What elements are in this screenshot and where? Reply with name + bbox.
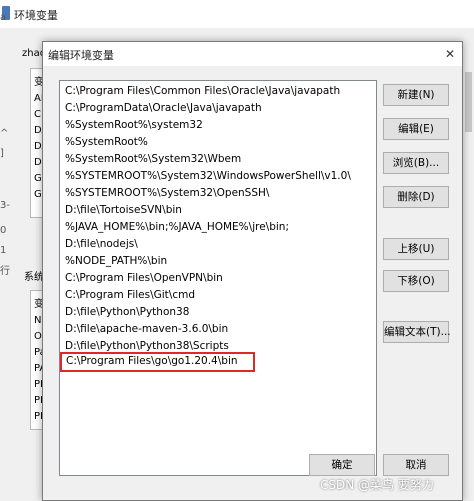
list-item[interactable]: D:\file\apache-maven-3.6.0\bin xyxy=(63,321,373,338)
dialog-title: 编辑环境变量 xyxy=(48,49,114,62)
move-up-button[interactable]: 上移(U) xyxy=(383,238,449,260)
edge-fragment-text: 0 xyxy=(0,225,7,236)
edit-environment-variable-dialog: 编辑环境变量 ✕ C:\Program Files\Common Files\O… xyxy=(42,41,463,501)
browse-button[interactable]: 浏览(B)... xyxy=(383,152,449,174)
delete-button[interactable]: 删除(D) xyxy=(383,186,449,208)
path-entries-list[interactable]: C:\Program Files\Common Files\Oracle\Jav… xyxy=(59,80,377,476)
list-item[interactable]: D:\file\Python\Python38 xyxy=(63,304,373,321)
list-item[interactable]: %SystemRoot% xyxy=(63,134,373,151)
list-item[interactable]: %JAVA_HOME%\bin;%JAVA_HOME%\jre\bin; xyxy=(63,219,373,236)
list-item[interactable]: %SystemRoot%\System32\Wbem xyxy=(63,151,373,168)
list-item[interactable]: %SYSTEMROOT%\System32\WindowsPowerShell\… xyxy=(63,168,373,185)
list-item[interactable]: %SYSTEMROOT%\System32\OpenSSH\ xyxy=(63,185,373,202)
selected-list-item[interactable]: C:\Program Files\go\go1.20.4\bin xyxy=(60,352,255,372)
env-window-titlebar: 环境变量 xyxy=(0,0,474,28)
edge-fragment-text: 行 xyxy=(0,266,10,277)
edit-button[interactable]: 编辑(E) xyxy=(383,118,449,140)
cancel-button[interactable]: 取消 xyxy=(383,454,449,476)
edit-text-button[interactable]: 编辑文本(T)... xyxy=(383,321,451,343)
list-item[interactable]: %NODE_PATH%\bin xyxy=(63,253,373,270)
list-item[interactable]: %SystemRoot%\system32 xyxy=(63,117,373,134)
list-item[interactable]: C:\ProgramData\Oracle\Java\javapath xyxy=(63,100,373,117)
list-item[interactable]: C:\Program Files\OpenVPN\bin xyxy=(63,270,373,287)
edge-fragment-text: 1 xyxy=(0,245,7,256)
edge-fragment-text: ^ xyxy=(0,128,9,139)
watermark-text: CSDN @菜鸟 要努力 xyxy=(320,478,434,492)
list-item[interactable]: D:\file\TortoiseSVN\bin xyxy=(63,202,373,219)
env-window-title: 环境变量 xyxy=(14,9,58,22)
dialog-titlebar: 编辑环境变量 ✕ xyxy=(43,42,462,66)
list-item[interactable]: D:\file\nodejs\ xyxy=(63,236,373,253)
edge-fragment-text: a xyxy=(0,12,7,23)
list-item[interactable]: C:\Program Files\Common Files\Oracle\Jav… xyxy=(63,83,373,100)
ok-button[interactable]: 确定 xyxy=(309,454,375,476)
env-window-scrollbar[interactable] xyxy=(462,68,474,298)
system-variables-label: 系统 xyxy=(24,272,44,283)
new-button[interactable]: 新建(N) xyxy=(383,84,449,106)
list-item[interactable]: C:\Program Files\Git\cmd xyxy=(63,287,373,304)
edge-fragment-text: 3- xyxy=(0,200,10,211)
scrollbar-thumb[interactable] xyxy=(465,72,472,132)
edge-fragment-text: ] xyxy=(0,148,4,159)
move-down-button[interactable]: 下移(O) xyxy=(383,270,449,292)
close-icon[interactable]: ✕ xyxy=(443,47,457,61)
